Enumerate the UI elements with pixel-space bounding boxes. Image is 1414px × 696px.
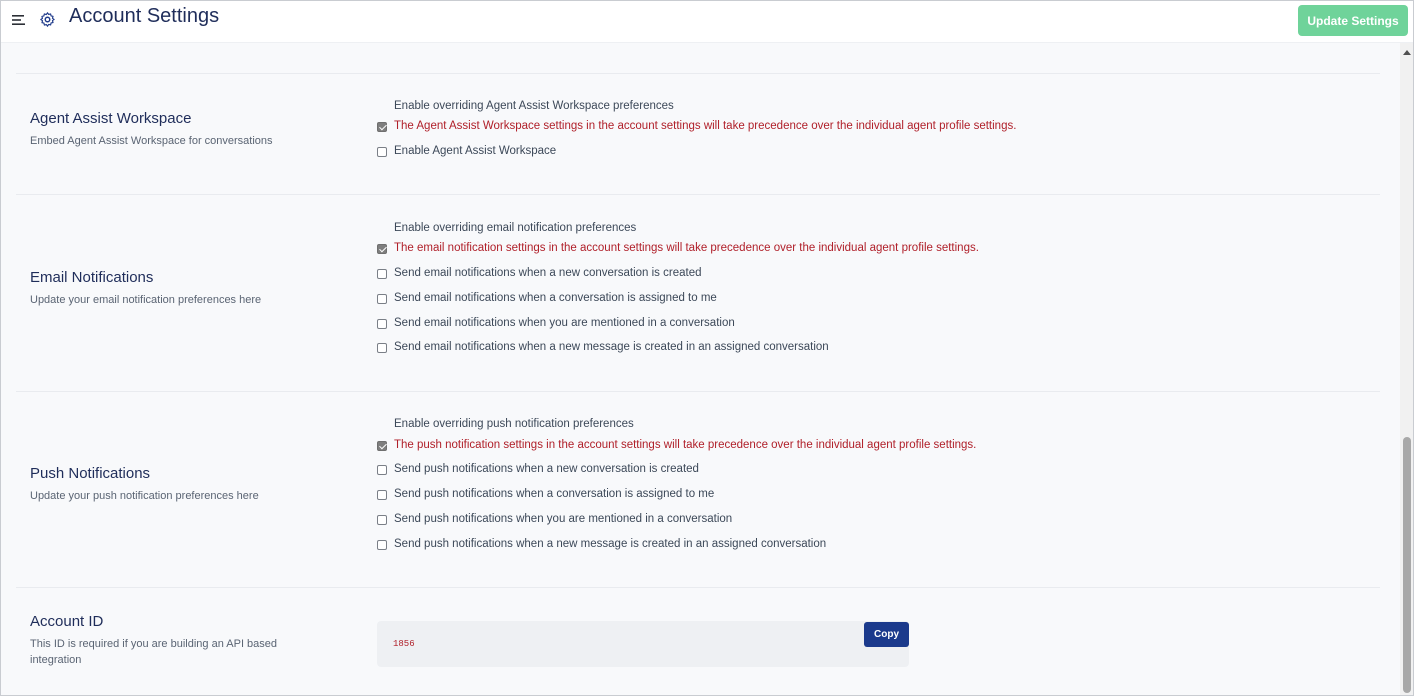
option-label: Send email notifications when you are me… (394, 317, 735, 329)
account-id-box: 1856 Copy (377, 621, 909, 667)
option-label: Send push notifications when a new conve… (394, 463, 699, 475)
checkbox[interactable] (377, 515, 387, 525)
override-label: The Agent Assist Workspace settings in t… (394, 120, 1017, 132)
override-heading: Enable overriding Agent Assist Workspace… (394, 100, 674, 112)
override-checkbox[interactable] (377, 441, 387, 451)
section-divider (16, 194, 1380, 195)
checkbox[interactable] (377, 343, 387, 353)
copy-button[interactable]: Copy (864, 622, 909, 647)
section-title: Email Notifications (30, 269, 154, 286)
scroll-up-arrow-icon[interactable] (1403, 50, 1411, 55)
hamburger-menu-icon[interactable] (11, 12, 27, 28)
section-divider (16, 391, 1380, 392)
update-settings-button[interactable]: Update Settings (1298, 5, 1408, 36)
checkbox[interactable] (377, 294, 387, 304)
account-id-value: 1856 (393, 639, 415, 649)
option-label: Send push notifications when you are men… (394, 513, 733, 525)
checkbox[interactable] (377, 269, 387, 279)
section-title: Account ID (30, 613, 104, 630)
section-divider (16, 73, 1380, 74)
top-header: Account Settings Update Settings (0, 0, 1414, 43)
section-description: Update your email notification preferenc… (30, 294, 262, 306)
checkbox[interactable] (377, 540, 387, 550)
option-label: Send email notifications when a conversa… (394, 292, 717, 304)
option-label: Send push notifications when a conversat… (394, 488, 715, 500)
settings-content: Agent Assist Workspace Embed Agent Assis… (0, 43, 1400, 696)
override-checkbox[interactable] (377, 244, 387, 254)
enable-agent-assist-checkbox[interactable] (377, 147, 387, 157)
section-title: Push Notifications (30, 465, 151, 482)
section-description: This ID is required if you are building … (30, 638, 278, 666)
option-label: Send push notifications when a new messa… (394, 538, 827, 550)
override-label: The push notification settings in the ac… (394, 439, 977, 451)
enable-agent-assist-label: Enable Agent Assist Workspace (394, 145, 557, 157)
checkbox[interactable] (377, 490, 387, 500)
vertical-scrollbar[interactable] (1400, 43, 1414, 696)
checkbox[interactable] (377, 465, 387, 475)
override-label: The email notification settings in the a… (394, 242, 979, 254)
override-heading: Enable overriding push notification pref… (394, 418, 634, 430)
section-description: Update your push notification preference… (30, 490, 259, 502)
page-title: Account Settings (69, 5, 220, 27)
option-label: Send email notifications when a new mess… (394, 341, 829, 353)
option-label: Send email notifications when a new conv… (394, 267, 702, 279)
checkbox[interactable] (377, 319, 387, 329)
override-heading: Enable overriding email notification pre… (394, 222, 637, 234)
section-description: Embed Agent Assist Workspace for convers… (30, 135, 273, 147)
section-title: Agent Assist Workspace (30, 110, 192, 127)
scrollbar-thumb[interactable] (1403, 437, 1411, 693)
section-divider (16, 587, 1380, 588)
override-checkbox[interactable] (377, 122, 387, 132)
gear-icon (40, 12, 55, 27)
